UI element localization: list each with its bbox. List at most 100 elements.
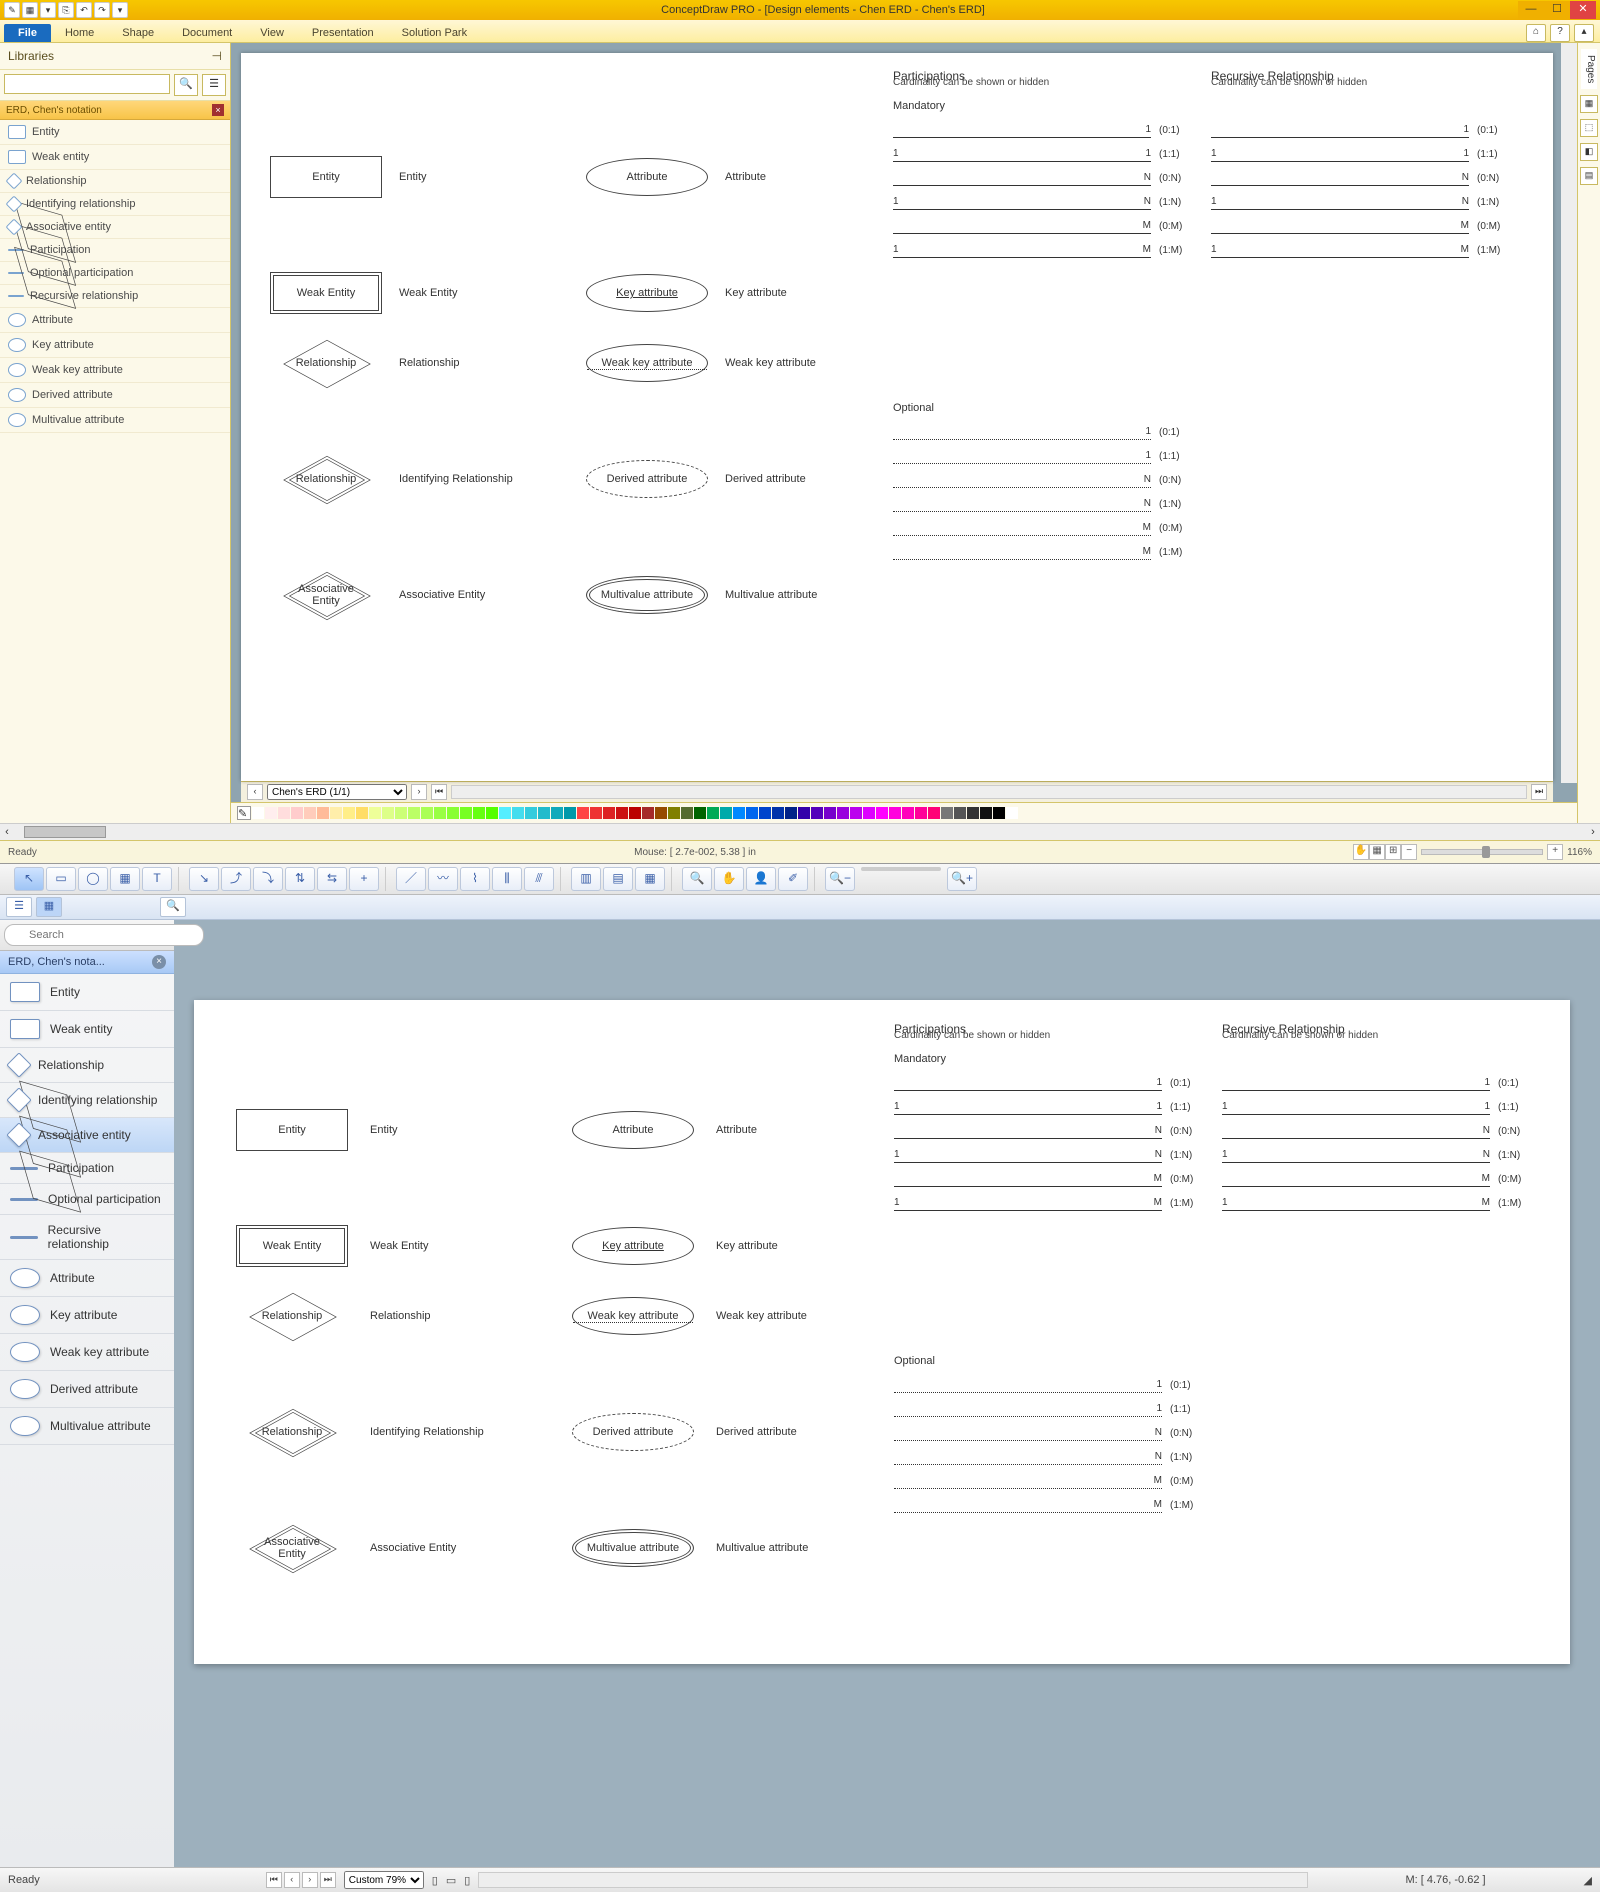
- zoom-button[interactable]: 🔍: [682, 867, 712, 891]
- library-title[interactable]: ERD, Chen's nota... ×: [0, 951, 174, 974]
- library-item[interactable]: Optional participation: [0, 1184, 174, 1215]
- zoom-in-button[interactable]: +: [1547, 844, 1563, 860]
- palette-swatch[interactable]: [863, 807, 875, 819]
- palette-swatch[interactable]: [681, 807, 693, 819]
- qat-icon[interactable]: ▾: [112, 2, 128, 18]
- library-item[interactable]: Multivalue attribute: [0, 1408, 174, 1445]
- library-item[interactable]: Derived attribute: [0, 383, 230, 408]
- palette-swatch[interactable]: [265, 807, 277, 819]
- library-item[interactable]: Key attribute: [0, 1297, 174, 1334]
- status-icon[interactable]: ⊞: [1385, 844, 1401, 860]
- zoom-slider[interactable]: [1421, 849, 1543, 855]
- palette-swatch[interactable]: [486, 807, 498, 819]
- palette-swatch[interactable]: [837, 807, 849, 819]
- align-button[interactable]: ▦: [635, 867, 665, 891]
- palette-swatch[interactable]: [304, 807, 316, 819]
- vertical-scrollbar[interactable]: [1561, 43, 1577, 783]
- palette-swatch[interactable]: [811, 807, 823, 819]
- view-icon[interactable]: ▭: [446, 1874, 456, 1887]
- align-button[interactable]: ▤: [603, 867, 633, 891]
- line-button[interactable]: 〰: [428, 867, 458, 891]
- ribbon-btn[interactable]: ▴: [1574, 24, 1594, 42]
- ribbon-tab-home[interactable]: Home: [51, 24, 108, 42]
- palette-swatch[interactable]: [356, 807, 368, 819]
- library-item[interactable]: Recursive relationship: [0, 1215, 174, 1260]
- pin-icon[interactable]: ⊣: [212, 49, 222, 63]
- palette-swatch[interactable]: [772, 807, 784, 819]
- horizontal-scrollbar[interactable]: [478, 1872, 1307, 1888]
- connector-button[interactable]: ⤴: [221, 867, 251, 891]
- palette-swatch[interactable]: [824, 807, 836, 819]
- library-item[interactable]: Weak key attribute: [0, 358, 230, 383]
- text-tool-button[interactable]: T: [142, 867, 172, 891]
- palette-swatch[interactable]: [785, 807, 797, 819]
- palette-swatch[interactable]: [915, 807, 927, 819]
- library-item[interactable]: Attribute: [0, 1260, 174, 1297]
- palette-swatch[interactable]: [460, 807, 472, 819]
- line-button[interactable]: ⫼: [492, 867, 522, 891]
- palette-swatch[interactable]: [590, 807, 602, 819]
- palette-swatch[interactable]: [382, 807, 394, 819]
- qat-icon[interactable]: ▦: [22, 2, 38, 18]
- palette-swatch[interactable]: [421, 807, 433, 819]
- palette-tool-icon[interactable]: ✎: [237, 806, 251, 820]
- add-button[interactable]: +: [349, 867, 379, 891]
- palette-swatch[interactable]: [447, 807, 459, 819]
- ribbon-tab-shape[interactable]: Shape: [108, 24, 168, 42]
- palette-swatch[interactable]: [720, 807, 732, 819]
- connector-button[interactable]: ↘: [189, 867, 219, 891]
- scroll-left-button[interactable]: ‹: [0, 826, 14, 838]
- line-button[interactable]: ⌇: [460, 867, 490, 891]
- qat-icon[interactable]: ↶: [76, 2, 92, 18]
- palette-swatch[interactable]: [928, 807, 940, 819]
- palette-swatch[interactable]: [759, 807, 771, 819]
- palette-swatch[interactable]: [642, 807, 654, 819]
- page-first-button[interactable]: ⏮: [431, 784, 447, 800]
- palette-swatch[interactable]: [629, 807, 641, 819]
- page-prev-button[interactable]: ‹: [284, 1872, 300, 1888]
- search-button[interactable]: 🔍: [174, 74, 198, 96]
- palette-swatch[interactable]: [733, 807, 745, 819]
- library-item[interactable]: Weak entity: [0, 1011, 174, 1048]
- palette-swatch[interactable]: [369, 807, 381, 819]
- palette-swatch[interactable]: [655, 807, 667, 819]
- palette-swatch[interactable]: [603, 807, 615, 819]
- palette-swatch[interactable]: [993, 807, 1005, 819]
- help-button[interactable]: ?: [1550, 24, 1570, 42]
- hand-button[interactable]: ✋: [714, 867, 744, 891]
- line-button[interactable]: ⫻: [524, 867, 554, 891]
- rect-tool-button[interactable]: ▭: [46, 867, 76, 891]
- palette-swatch[interactable]: [343, 807, 355, 819]
- palette-swatch[interactable]: [252, 807, 264, 819]
- library-item[interactable]: Weak entity: [0, 145, 230, 170]
- library-item[interactable]: Key attribute: [0, 333, 230, 358]
- oval-tool-button[interactable]: ◯: [78, 867, 108, 891]
- library-item[interactable]: Relationship: [0, 1048, 174, 1083]
- library-item[interactable]: Derived attribute: [0, 1371, 174, 1408]
- palette-swatch[interactable]: [746, 807, 758, 819]
- palette-swatch[interactable]: [525, 807, 537, 819]
- grid-tool-button[interactable]: ▦: [110, 867, 140, 891]
- pages-panel-button[interactable]: Pages: [1581, 49, 1597, 89]
- rail-button[interactable]: ▦: [1580, 95, 1598, 113]
- rail-button[interactable]: ▤: [1580, 167, 1598, 185]
- palette-swatch[interactable]: [564, 807, 576, 819]
- view-list-button[interactable]: ☰: [6, 897, 32, 917]
- ribbon-tab-file[interactable]: File: [4, 24, 51, 42]
- palette-swatch[interactable]: [291, 807, 303, 819]
- connector-button[interactable]: ⇅: [285, 867, 315, 891]
- canvas-page[interactable]: Participations Recursive Relationship Ca…: [194, 1000, 1570, 1664]
- rail-button[interactable]: ⬚: [1580, 119, 1598, 137]
- palette-swatch[interactable]: [1006, 807, 1018, 819]
- maximize-button[interactable]: ☐: [1544, 1, 1570, 19]
- ribbon-tab-view[interactable]: View: [246, 24, 298, 42]
- print-button[interactable]: 👤: [746, 867, 776, 891]
- ribbon-btn[interactable]: ⌂: [1526, 24, 1546, 42]
- ribbon-tab-solutionpark[interactable]: Solution Park: [388, 24, 481, 42]
- scrollbar-thumb[interactable]: [24, 826, 106, 838]
- palette-swatch[interactable]: [850, 807, 862, 819]
- ribbon-tab-document[interactable]: Document: [168, 24, 246, 42]
- library-item[interactable]: Relationship: [0, 170, 230, 193]
- pointer-tool-button[interactable]: ↖: [14, 867, 44, 891]
- palette-swatch[interactable]: [408, 807, 420, 819]
